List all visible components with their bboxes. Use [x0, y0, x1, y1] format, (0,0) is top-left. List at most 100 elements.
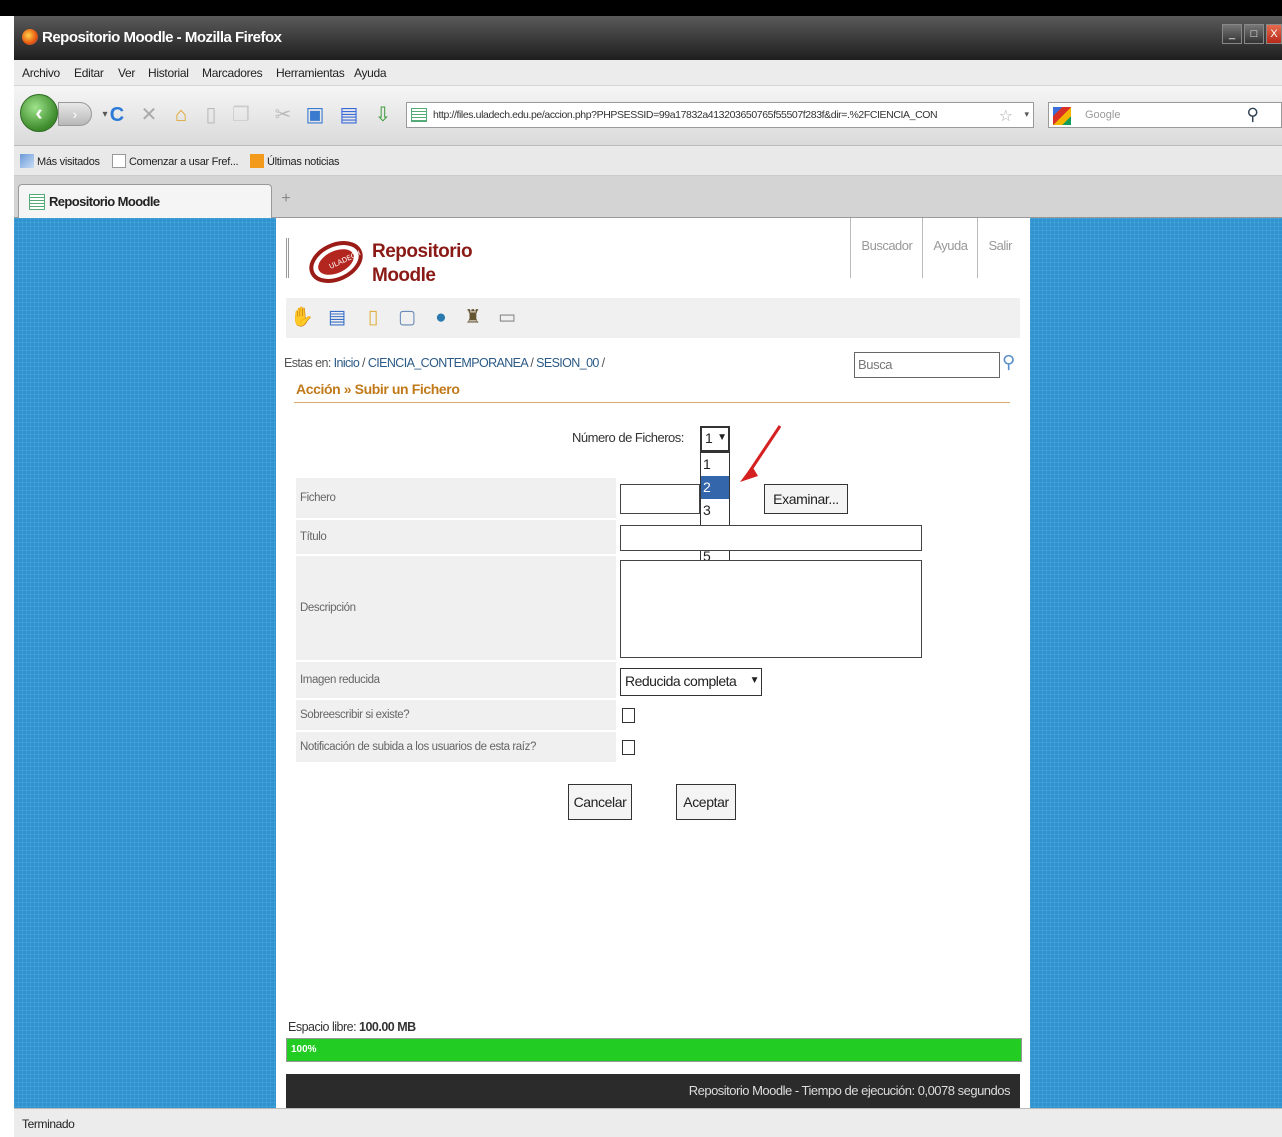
site-favicon-icon — [411, 108, 427, 122]
file-label-cell: Fichero — [296, 478, 616, 518]
uladech-logo: ULADECH — [309, 241, 363, 283]
menu-ver[interactable]: Ver — [118, 66, 135, 80]
option-3[interactable]: 3 — [701, 499, 729, 522]
breadcrumb-separator: / — [598, 356, 605, 370]
new-folder-icon[interactable]: ▤ — [326, 306, 348, 330]
title-divider — [294, 402, 1010, 403]
breadcrumb-inicio[interactable]: Inicio — [334, 356, 360, 370]
address-bar[interactable]: http://files.uladech.edu.pe/accion.php?P… — [406, 102, 1034, 128]
breadcrumb-prefix: Estas en: — [284, 356, 331, 370]
site-search-input[interactable]: Busca — [854, 352, 1000, 378]
top-links: Buscador Ayuda Salir — [850, 218, 1022, 278]
thumbnail-label-cell: Imagen reducida — [296, 662, 616, 698]
menu-marcadores[interactable]: Marcadores — [202, 66, 263, 80]
title-label: Título — [300, 531, 327, 543]
option-1[interactable]: 1 — [701, 453, 729, 476]
new-tab-button[interactable]: + — [276, 190, 296, 212]
download-icon[interactable]: ⇩ — [372, 104, 394, 126]
menu-archivo[interactable]: Archivo — [22, 66, 60, 80]
num-files-dropdown: 1 2 3 4 5 — [700, 452, 730, 574]
file-input[interactable] — [620, 484, 700, 514]
option-2[interactable]: 2 — [701, 476, 729, 499]
search-icon[interactable]: ⚲ — [1247, 105, 1259, 125]
home-icon[interactable]: ⌂ — [170, 104, 192, 126]
status-bar: Terminado — [14, 1108, 1282, 1137]
bookmark-star-icon[interactable]: ☆ — [999, 106, 1013, 126]
tab-bar: Repositorio Moodle + — [14, 176, 1282, 218]
breadcrumb-ciencia[interactable]: CIENCIA_CONTEMPORANEA — [368, 356, 528, 370]
free-space-label: Espacio libre: 100.00 MB — [288, 1020, 416, 1034]
reload-icon[interactable]: C — [106, 104, 128, 126]
bookmark-comenzar[interactable]: Comenzar a usar Fref... — [112, 154, 239, 168]
notes-icon[interactable]: ▭ — [496, 306, 518, 330]
browser-content: ULADECH Repositorio Moodle Buscador Ayud… — [14, 218, 1282, 1108]
menu-bar: Archivo Editar Ver Historial Marcadores … — [14, 60, 1282, 86]
trash-icon[interactable]: ♜ — [462, 306, 484, 330]
window-icon[interactable]: ▣ — [304, 104, 326, 126]
menu-ayuda[interactable]: Ayuda — [354, 66, 387, 80]
url-dropdown-icon[interactable]: ▾ — [1024, 109, 1029, 120]
save-icon[interactable]: ▤ — [338, 104, 360, 126]
tab-label: Repositorio Moodle — [49, 194, 160, 209]
back-button[interactable]: ‹ — [20, 94, 58, 132]
num-files-select[interactable]: 1 ▼ — [700, 426, 730, 452]
firefox-icon — [22, 29, 38, 45]
action-title: Acción » Subir un Fichero — [296, 381, 460, 397]
title-input[interactable] — [620, 525, 922, 551]
google-icon[interactable] — [1053, 107, 1071, 125]
bookmark-mas-visitados[interactable]: Más visitados — [20, 154, 100, 168]
description-textarea[interactable] — [620, 560, 922, 658]
url-text[interactable]: http://files.uladech.edu.pe/accion.php?P… — [433, 109, 993, 121]
moodle-page: ULADECH Repositorio Moodle Buscador Ayud… — [276, 218, 1030, 1108]
web-search-box[interactable]: Google ⚲ — [1048, 102, 1282, 128]
forward-button[interactable]: › — [58, 102, 92, 126]
maximize-button[interactable]: □ — [1244, 24, 1264, 44]
tab-repositorio-moodle[interactable]: Repositorio Moodle — [18, 184, 272, 218]
globe-icon[interactable]: ● — [430, 306, 452, 330]
clipboard-icon[interactable]: ▯ — [200, 104, 222, 126]
menu-editar[interactable]: Editar — [74, 66, 104, 80]
logo-line1: Repositorio — [372, 241, 473, 262]
search-icon[interactable]: ⚲ — [1002, 352, 1015, 373]
logo-line2: Moodle — [372, 265, 436, 286]
notify-checkbox[interactable] — [622, 740, 635, 755]
notify-label-cell: Notificación de subida a los usuarios de… — [296, 732, 616, 762]
browse-button[interactable]: Examinar... — [764, 484, 848, 514]
bookmarks-bar: Más visitados Comenzar a usar Fref... Úl… — [14, 146, 1282, 176]
overwrite-checkbox[interactable] — [622, 708, 635, 723]
description-label: Descripción — [300, 602, 356, 614]
most-visited-icon — [20, 154, 34, 168]
page-icon — [112, 154, 126, 168]
breadcrumb-sesion[interactable]: SESION_00 — [536, 356, 599, 370]
bookmark-ultimas-noticias[interactable]: Últimas noticias — [250, 154, 340, 168]
chevron-down-icon: ▼ — [717, 432, 727, 443]
minimize-button[interactable]: _ — [1222, 24, 1242, 44]
document-icon[interactable]: ▢ — [396, 306, 418, 330]
site-favicon-icon — [29, 194, 45, 210]
red-arrow-annotation — [740, 425, 782, 482]
cancel-button[interactable]: Cancelar — [568, 784, 632, 820]
link-buscador[interactable]: Buscador — [850, 218, 922, 278]
quota-progress-fill — [287, 1039, 1021, 1061]
window-controls: _ □ X — [1222, 24, 1282, 44]
link-ayuda[interactable]: Ayuda — [922, 218, 977, 278]
copy-icon[interactable]: ❐ — [230, 104, 252, 126]
bookmark-label: Últimas noticias — [267, 156, 340, 168]
accept-button[interactable]: Aceptar — [676, 784, 736, 820]
cut-icon[interactable]: ✂ — [272, 104, 294, 126]
menu-historial[interactable]: Historial — [148, 66, 189, 80]
site-logo-text: Repositorio Moodle — [372, 240, 473, 288]
new-file-icon[interactable]: ▯ — [362, 306, 384, 330]
web-search-placeholder: Google — [1085, 109, 1121, 121]
thumbnail-select[interactable]: Reducida completa ▼ — [620, 668, 762, 696]
menu-herramientas[interactable]: Herramientas — [276, 66, 345, 80]
window-title: Repositorio Moodle - Mozilla Firefox — [42, 29, 282, 46]
link-salir[interactable]: Salir — [977, 218, 1022, 278]
thumbnail-label: Imagen reducida — [300, 674, 380, 686]
status-text: Terminado — [22, 1117, 75, 1131]
close-button[interactable]: X — [1266, 24, 1282, 44]
upload-hand-icon[interactable]: ✋ — [290, 306, 314, 330]
thumbnail-value: Reducida completa — [625, 673, 737, 689]
quota-progress-bar: 100% — [286, 1038, 1022, 1062]
stop-icon[interactable]: ✕ — [138, 104, 160, 126]
